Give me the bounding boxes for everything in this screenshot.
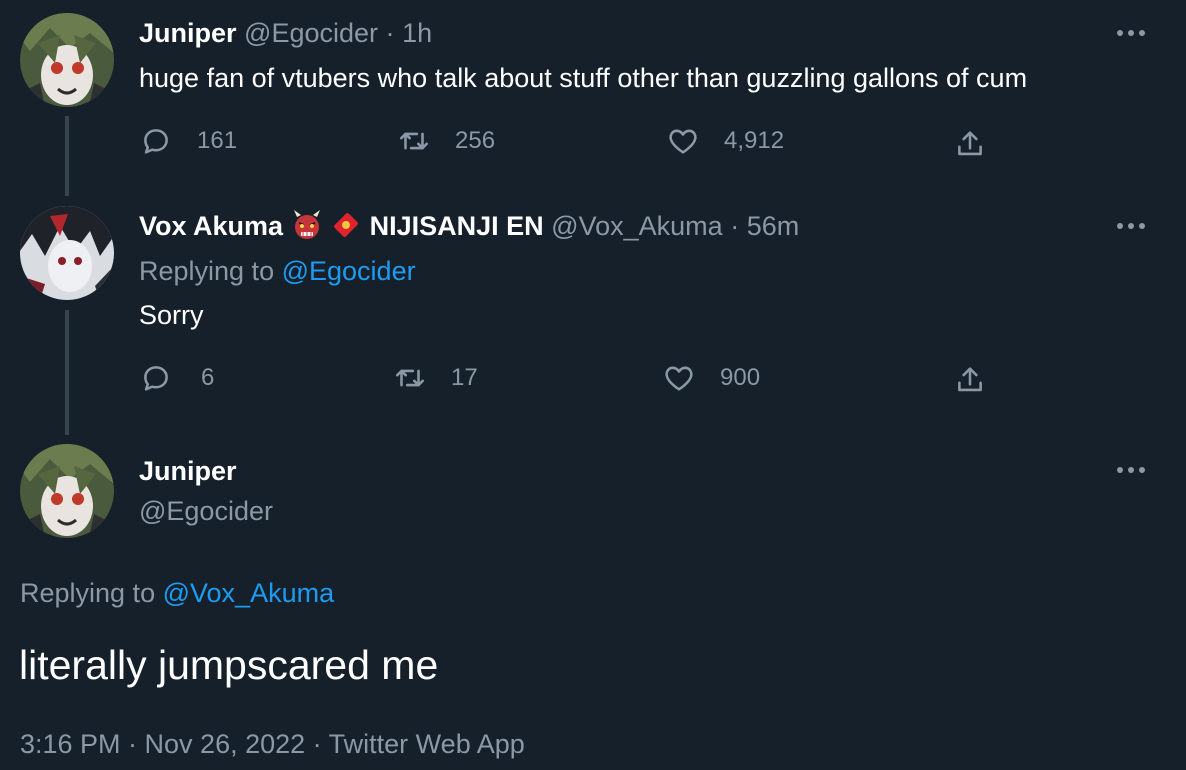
tweet-1-text: huge fan of vtubers who talk about stuff… xyxy=(139,63,1028,93)
tweet-2-text: Sorry xyxy=(139,300,204,330)
tweet-1-author-name[interactable]: Juniper xyxy=(139,18,237,48)
thread-line-1 xyxy=(65,116,69,196)
thread-line-2 xyxy=(65,310,69,435)
avatar-juniper-main[interactable] xyxy=(20,444,114,538)
tweet-2-like-count: 900 xyxy=(720,364,761,391)
tweet-2-author-affiliation[interactable]: NIJISANJI EN xyxy=(370,211,544,241)
retweet-arrows-icon xyxy=(395,369,425,387)
tweet-1-share-button[interactable] xyxy=(953,124,987,164)
share-upload-icon xyxy=(958,131,982,156)
main-tweet-handle[interactable]: @Egocider xyxy=(139,494,273,528)
tweet-2-separator: · xyxy=(730,211,740,241)
tweet-1-separator: · xyxy=(385,18,395,48)
more-dots-icon xyxy=(1117,30,1145,36)
tweet-2-header: Vox Akuma NIJISANJI EN @Vox_Akuma · 56m xyxy=(139,209,799,243)
tweet-2-retweet-button[interactable]: 17 xyxy=(393,358,478,398)
tweet-2-like-button[interactable]: 900 xyxy=(662,358,760,398)
main-tweet-replying-to: Replying to @Vox_Akuma xyxy=(20,576,334,610)
ogre-mask-icon xyxy=(293,210,320,239)
reply-bubble-icon xyxy=(144,129,168,154)
tweet-1-retweet-button[interactable]: 256 xyxy=(397,121,495,161)
main-tweet-more-button[interactable] xyxy=(1114,460,1154,480)
tweet-1-time[interactable]: 1h xyxy=(402,18,432,48)
tweet-1-like-button[interactable]: 4,912 xyxy=(666,121,784,161)
avatar-juniper[interactable] xyxy=(20,13,114,107)
tweet-2-reply-button[interactable]: 6 xyxy=(139,358,214,398)
tweet-2-replying-to: Replying to @Egocider xyxy=(139,254,416,288)
tweet-2-replying-handle[interactable]: @Egocider xyxy=(282,256,416,286)
tweet-1-more-button[interactable] xyxy=(1114,23,1154,43)
tweet-1-like-count: 4,912 xyxy=(724,127,785,154)
main-tweet-replying-handle[interactable]: @Vox_Akuma xyxy=(163,578,335,608)
tweet-2-share-button[interactable] xyxy=(953,360,987,400)
tweet-2-retweet-count: 17 xyxy=(451,364,478,391)
main-tweet-text: literally jumpscared me xyxy=(19,642,439,688)
tweet-1-header: Juniper @Egocider · 1h xyxy=(139,16,432,50)
heart-icon xyxy=(665,366,693,391)
red-envelope-icon xyxy=(334,213,358,237)
tweet-2-time[interactable]: 56m xyxy=(747,211,800,241)
tweet-2-more-button[interactable] xyxy=(1114,216,1154,236)
tweet-2-author-name[interactable]: Vox Akuma xyxy=(139,211,283,241)
tweet-1-handle[interactable]: @Egocider xyxy=(244,18,378,48)
heart-icon xyxy=(669,129,697,154)
tweet-2-handle[interactable]: @Vox_Akuma xyxy=(551,211,723,241)
retweet-arrows-icon xyxy=(399,132,429,150)
tweet-2-replying-label: Replying to xyxy=(139,256,275,286)
share-upload-icon xyxy=(958,367,982,392)
main-tweet-replying-label: Replying to xyxy=(20,578,156,608)
more-dots-icon xyxy=(1117,223,1145,229)
main-tweet-author-name[interactable]: Juniper xyxy=(139,454,237,488)
tweet-2-reply-count: 6 xyxy=(201,364,215,391)
main-tweet-timestamp: 3:16 PM · Nov 26, 2022 · Twitter Web App xyxy=(20,729,525,759)
more-dots-icon xyxy=(1117,467,1145,473)
tweet-1-retweet-count: 256 xyxy=(455,127,496,154)
avatar-vox-akuma[interactable] xyxy=(20,206,114,300)
tweet-1-reply-count: 161 xyxy=(197,127,238,154)
reply-bubble-icon xyxy=(144,366,168,391)
tweet-1-reply-button[interactable]: 161 xyxy=(139,121,237,161)
